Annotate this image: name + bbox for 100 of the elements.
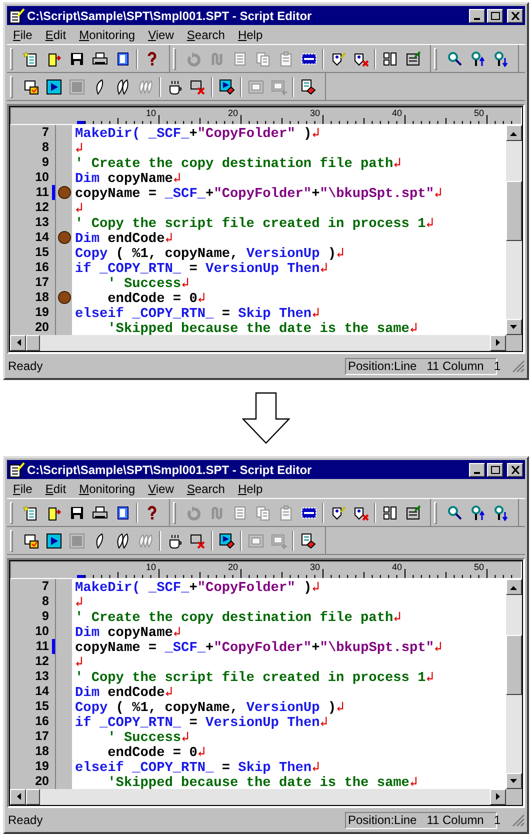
code-line: Dim copyName↲ (75, 172, 182, 187)
menu-item[interactable]: Search (180, 480, 231, 498)
menu-item[interactable]: Help (232, 26, 269, 44)
menu-item[interactable]: File (7, 26, 38, 44)
ruler-label: 10 (146, 109, 156, 118)
ruler-label: 40 (392, 563, 402, 572)
minimize-icon (474, 472, 480, 474)
notepad-icon (9, 8, 25, 24)
menu-item[interactable]: File (7, 480, 38, 498)
line-number: 19 (10, 305, 52, 320)
window-title: C:\Script\Sample\SPT\Smpl001.SPT - Script Editor (27, 462, 313, 478)
line-number: 17 (10, 729, 52, 744)
line-number: 10 (10, 170, 52, 185)
ruler-label: 40 (392, 109, 402, 118)
right-arrow-icon (496, 339, 500, 347)
ruler-label: 30 (310, 109, 320, 118)
scroll-left-button[interactable] (10, 789, 26, 805)
maximize-button[interactable] (487, 8, 503, 22)
scroll-thumb[interactable] (506, 635, 522, 695)
ruler-label: 50 (474, 563, 484, 572)
scroll-up-button[interactable] (506, 579, 522, 595)
line-number: 9 (10, 155, 52, 170)
scroll-down-button[interactable] (506, 773, 522, 789)
minimize-button[interactable] (469, 462, 485, 476)
scroll-up-button[interactable] (506, 125, 522, 141)
menu-item[interactable]: Search (180, 26, 231, 44)
line-number: 16 (10, 260, 52, 275)
up-arrow-icon (510, 130, 518, 136)
code-line: ↲ (75, 202, 84, 217)
status-text: Ready (7, 812, 44, 829)
code-line: endCode = 0↲ (106, 746, 206, 761)
code-line: elseif _COPY_RTN_ = Skip Then↲ (75, 761, 320, 776)
code-line: ↲ (75, 596, 84, 611)
line-column-text: 11 Column (426, 812, 484, 829)
column-value: 1 (494, 358, 501, 375)
line-number: 17 (10, 275, 52, 290)
scroll-right-button[interactable] (490, 335, 506, 351)
code-line: elseif _COPY_RTN_ = Skip Then↲ (75, 307, 320, 322)
minimize-icon (474, 18, 480, 20)
code-line: 'Skipped because the date is the same↲ (106, 322, 418, 335)
menu-item[interactable]: Monitoring (73, 26, 142, 44)
close-icon (510, 466, 520, 474)
line-number: 12 (10, 654, 52, 669)
notepad-icon (9, 462, 25, 478)
down-arrow-icon (510, 778, 518, 784)
code-line: Dim endCode↲ (75, 232, 173, 247)
line-number: 9 (10, 609, 52, 624)
code-line: ' Copy the script file created in process 1↲ (75, 671, 434, 686)
line-number: 8 (10, 140, 52, 155)
menu-item[interactable]: View (142, 480, 180, 498)
ruler-label: 50 (474, 109, 484, 118)
status-text: Ready (7, 358, 44, 375)
menu-item[interactable]: View (142, 26, 180, 44)
ruler-label: 20 (228, 563, 238, 572)
maximize-button[interactable] (487, 462, 503, 476)
close-button[interactable] (507, 8, 523, 22)
code-line: Dim copyName↲ (75, 626, 182, 641)
line-number: 11 (10, 639, 52, 654)
down-arrow (242, 392, 290, 444)
scroll-thumb[interactable] (506, 181, 522, 241)
line-number: 19 (10, 759, 52, 774)
maximize-icon (490, 466, 500, 474)
line-number: 12 (10, 200, 52, 215)
minimize-button[interactable] (469, 8, 485, 22)
line-number: 11 (10, 185, 52, 200)
line-number: 18 (10, 290, 52, 305)
code-line: ↲ (75, 656, 84, 671)
code-line: MakeDir( _SCF_+"CopyFolder" )↲ (75, 581, 320, 596)
line-number: 14 (10, 230, 52, 245)
maximize-icon (490, 12, 500, 20)
code-line: copyName = _SCF_+"CopyFolder"+"\bkupSpt.spt"↲ (75, 641, 442, 656)
line-number: 10 (10, 624, 52, 639)
menu-item[interactable]: Edit (39, 26, 72, 44)
menu-item[interactable]: Monitoring (73, 480, 142, 498)
line-column-text: 11 Column (426, 358, 484, 375)
line-number: 8 (10, 594, 52, 609)
code-line: ' Success↲ (106, 277, 190, 292)
close-icon (510, 12, 520, 20)
scroll-thumb[interactable] (26, 789, 40, 805)
line-number: 15 (10, 245, 52, 260)
line-number: 18 (10, 744, 52, 759)
code-line: 'Skipped because the date is the same↲ (106, 776, 418, 789)
scroll-thumb[interactable] (26, 335, 40, 351)
close-button[interactable] (507, 462, 523, 476)
menu-item[interactable]: Edit (39, 480, 72, 498)
ruler-label: 10 (146, 563, 156, 572)
scroll-left-button[interactable] (10, 335, 26, 351)
line-number: 7 (10, 125, 52, 140)
code-line: ' Success↲ (106, 731, 190, 746)
right-arrow-icon (496, 793, 500, 801)
scroll-down-button[interactable] (506, 319, 522, 335)
up-arrow-icon (510, 584, 518, 590)
scroll-right-button[interactable] (490, 789, 506, 805)
left-arrow-icon (16, 339, 20, 347)
menu-item[interactable]: Help (232, 480, 269, 498)
resize-grip-icon (511, 813, 525, 827)
ruler-label: 30 (310, 563, 320, 572)
code-line: MakeDir( _SCF_+"CopyFolder" )↲ (75, 127, 320, 142)
code-line: ' Create the copy destination file path↲ (75, 611, 402, 626)
code-line: Dim endCode↲ (75, 686, 173, 701)
